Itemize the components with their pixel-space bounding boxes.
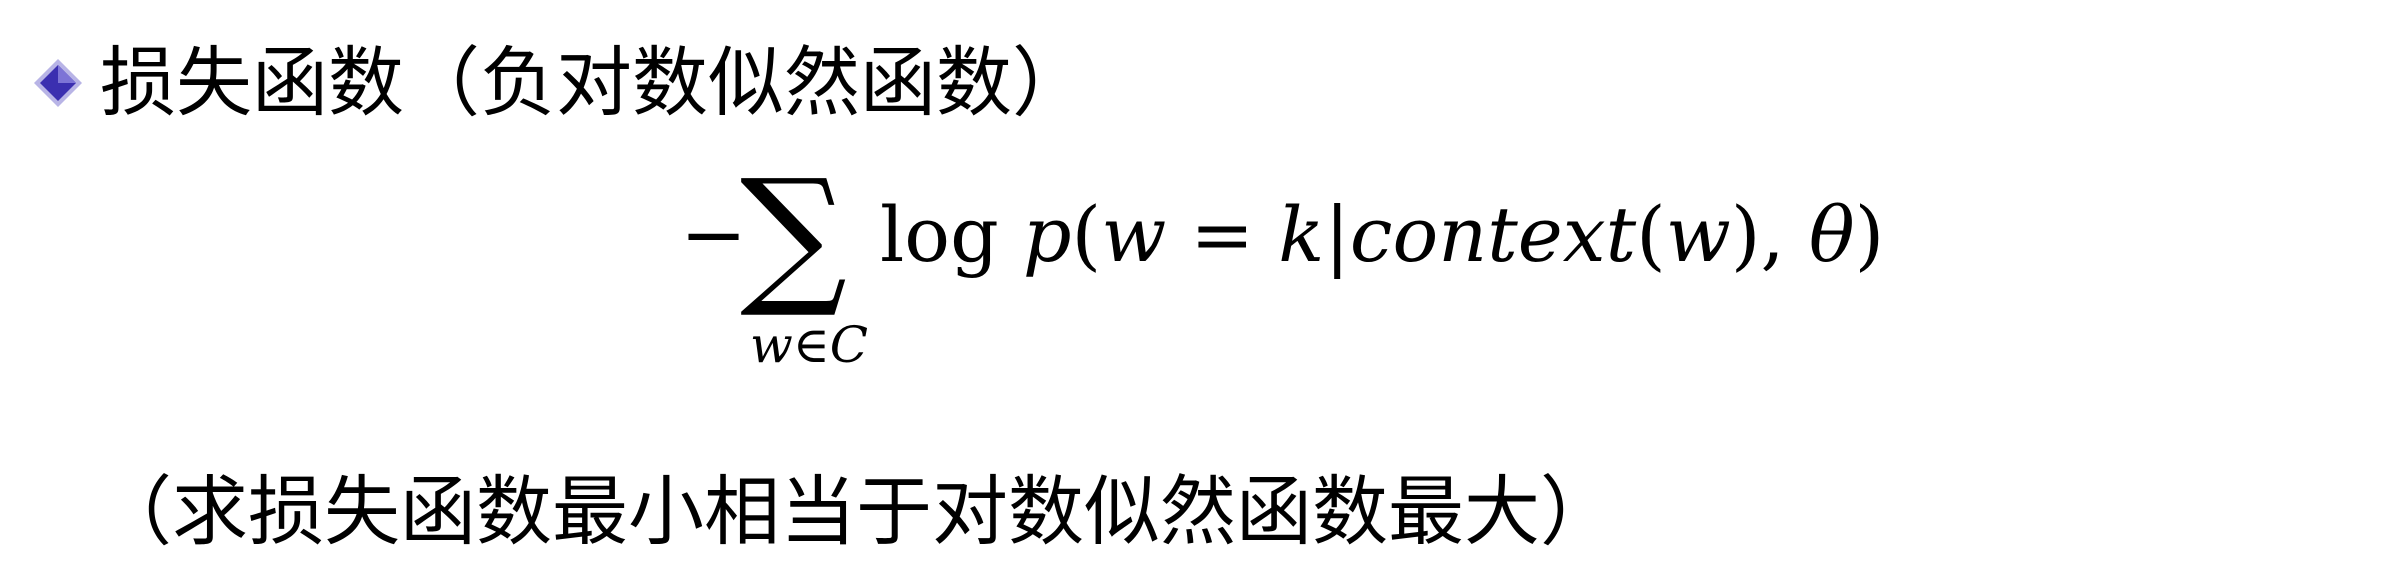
variable-k: k bbox=[1278, 190, 1325, 279]
probability-p: p bbox=[1022, 190, 1072, 279]
close-paren: ) bbox=[1854, 190, 1885, 279]
context-open-paren: ( bbox=[1636, 190, 1666, 279]
bullet-item: 损失函数（负对数似然函数） bbox=[30, 28, 1088, 138]
loss-formula: − ∑ w∈C log p(w = k|context(w), θ) bbox=[680, 148, 1884, 380]
log-operator: log bbox=[880, 190, 1023, 279]
open-paren: ( bbox=[1071, 190, 1102, 279]
context-function: context bbox=[1349, 190, 1637, 279]
formula-body: log p(w = k|context(w), θ) bbox=[880, 180, 1884, 290]
comma: , bbox=[1760, 190, 1809, 279]
conditional-bar: | bbox=[1324, 190, 1350, 279]
context-variable-w: w bbox=[1665, 190, 1731, 279]
diamond-bullet-icon bbox=[34, 59, 82, 107]
heading-text: 损失函数（负对数似然函数） bbox=[100, 38, 1088, 127]
formula-minus: − bbox=[680, 188, 748, 281]
variable-w: w bbox=[1101, 190, 1167, 279]
theta-symbol: θ bbox=[1808, 190, 1855, 279]
sum-symbol: ∑ bbox=[740, 148, 848, 322]
equals-sign: = bbox=[1166, 190, 1279, 279]
note-text: （求损失函数最小相当于对数似然函数最大） bbox=[96, 467, 1616, 556]
sum-subscript: w∈C bbox=[750, 316, 869, 374]
context-close-paren: ) bbox=[1730, 190, 1761, 279]
